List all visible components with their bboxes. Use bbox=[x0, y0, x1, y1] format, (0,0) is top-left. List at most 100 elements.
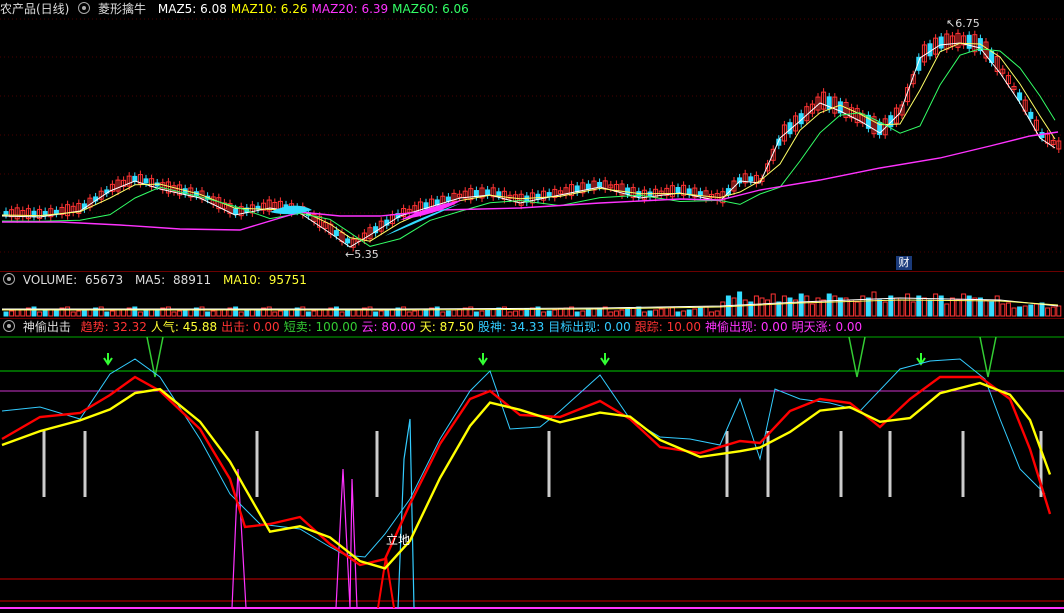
volume-bar bbox=[591, 308, 597, 317]
candle-body bbox=[927, 43, 933, 57]
volume-bar bbox=[1017, 306, 1023, 317]
volume-bar bbox=[233, 306, 239, 317]
candle-body bbox=[1028, 111, 1034, 119]
volume-bar bbox=[994, 295, 1000, 317]
volume-panel[interactable]: VOLUME: 65673 MA5: 88911 MA10: 95751 bbox=[0, 272, 1064, 318]
volume-bar bbox=[367, 306, 373, 317]
candle-body bbox=[1017, 92, 1023, 101]
low-price-label: ←5.35 bbox=[345, 248, 379, 261]
volume-bar bbox=[3, 311, 9, 317]
volume-bar bbox=[703, 306, 709, 317]
volume-bar bbox=[809, 303, 815, 317]
spike-line bbox=[377, 556, 395, 609]
ma20-line bbox=[1, 48, 1056, 247]
volume-bar bbox=[697, 307, 703, 317]
volume-bar bbox=[199, 306, 205, 317]
spike-line bbox=[335, 468, 358, 609]
volume-bar bbox=[770, 293, 776, 317]
volume-bar bbox=[210, 310, 216, 317]
volume-bar bbox=[709, 311, 715, 317]
volume-bar bbox=[149, 309, 155, 317]
volume-bar bbox=[910, 301, 916, 317]
volume-bar bbox=[546, 310, 552, 317]
volume-bar bbox=[753, 295, 759, 317]
volume-bar bbox=[48, 309, 54, 317]
ma5-line bbox=[1, 42, 1056, 248]
volume-bar bbox=[445, 310, 451, 317]
volume-bar bbox=[165, 306, 171, 317]
volume-bar bbox=[765, 299, 771, 317]
candle-body bbox=[625, 187, 631, 195]
volume-chart[interactable] bbox=[0, 272, 1064, 318]
price-panel[interactable]: 农产品(日线) 菱形擒牛 MAZ5: 6.08 MAZ10: 6.26 MAZ20:… bbox=[0, 0, 1064, 271]
volume-bar bbox=[737, 291, 743, 317]
candle-body bbox=[473, 190, 479, 198]
volume-bar bbox=[742, 299, 748, 317]
down-arrow-icon bbox=[600, 353, 610, 366]
volume-bar bbox=[65, 306, 71, 317]
candle-body bbox=[143, 178, 149, 184]
volume-bar bbox=[1045, 307, 1051, 317]
volume-bar bbox=[249, 309, 255, 317]
volume-bar bbox=[877, 299, 883, 317]
finance-badge[interactable]: 财 bbox=[896, 256, 912, 270]
volume-bar bbox=[557, 308, 563, 317]
candle-body bbox=[597, 181, 603, 187]
candlestick-chart[interactable] bbox=[0, 0, 1064, 271]
volume-bar bbox=[305, 311, 311, 317]
ma10-line bbox=[1, 42, 1056, 242]
volume-bar bbox=[373, 311, 379, 317]
ma60-line bbox=[2, 131, 1059, 231]
volume-bar bbox=[451, 309, 457, 317]
popularity-line bbox=[1, 381, 1052, 570]
candle-body bbox=[445, 196, 451, 202]
candle-body bbox=[966, 34, 972, 49]
volume-bar bbox=[882, 301, 888, 317]
volume-bar bbox=[888, 295, 894, 317]
volume-bar bbox=[518, 309, 524, 317]
volume-bar bbox=[552, 309, 558, 317]
volume-bar bbox=[81, 309, 87, 317]
volume-bar bbox=[132, 306, 138, 317]
volume-bar bbox=[916, 295, 922, 317]
volume-bar bbox=[989, 301, 995, 317]
volume-bar bbox=[14, 309, 20, 317]
volume-bar bbox=[1005, 302, 1011, 317]
volume-bar bbox=[9, 310, 15, 317]
volume-bar bbox=[417, 309, 423, 317]
volume-bar bbox=[1028, 304, 1034, 317]
volume-bar bbox=[115, 309, 121, 317]
volume-bar bbox=[266, 306, 272, 317]
volume-bar bbox=[490, 308, 496, 317]
indicator-chart[interactable] bbox=[0, 319, 1064, 613]
candle-body bbox=[233, 208, 239, 215]
volume-bar bbox=[333, 306, 339, 317]
volume-bar bbox=[317, 309, 323, 317]
volume-bar bbox=[681, 310, 687, 317]
volume-bar bbox=[1022, 305, 1028, 317]
candle-body bbox=[345, 238, 351, 244]
volume-bar bbox=[580, 310, 586, 317]
volume-bar bbox=[244, 310, 250, 317]
volume-bar bbox=[961, 293, 967, 317]
volume-bar bbox=[283, 309, 289, 317]
volume-bar bbox=[177, 310, 183, 317]
volume-bar bbox=[272, 311, 278, 317]
volume-bar bbox=[658, 308, 664, 317]
volume-bar bbox=[507, 311, 513, 317]
volume-bar bbox=[513, 310, 519, 317]
volume-bar bbox=[686, 309, 692, 317]
volume-bar bbox=[524, 308, 530, 317]
volume-bar bbox=[798, 293, 804, 317]
volume-bar bbox=[585, 309, 591, 317]
candle-body bbox=[53, 209, 59, 214]
volume-bar bbox=[804, 295, 810, 317]
volume-bar bbox=[613, 310, 619, 317]
volume-bar bbox=[143, 310, 149, 317]
volume-bar bbox=[440, 311, 446, 317]
volume-bar bbox=[675, 311, 681, 317]
volume-bar bbox=[714, 310, 720, 317]
indicator-panel[interactable]: 神偷出击 趋势: 32.32 人气: 45.88 出击: 0.00 短卖: 100.0… bbox=[0, 319, 1064, 613]
volume-bar bbox=[412, 310, 418, 317]
annotation-label: 立地 bbox=[386, 533, 411, 547]
